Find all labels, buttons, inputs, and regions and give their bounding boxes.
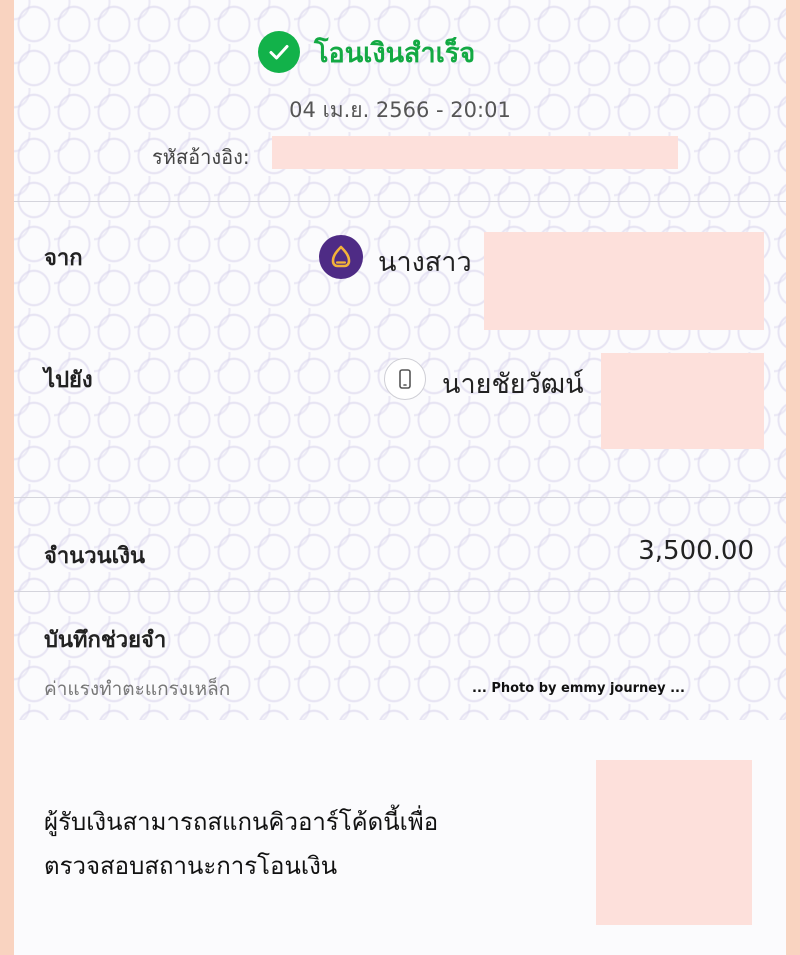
- from-label: จาก: [44, 246, 83, 271]
- status-header: โอนเงินสำเร็จ: [258, 30, 475, 74]
- bank-logo-icon: [319, 235, 363, 279]
- divider: [14, 497, 786, 498]
- recipient-redacted: [601, 353, 764, 449]
- reference-redacted: [272, 136, 678, 169]
- recipient-name: นายชัยวัฒน์: [442, 369, 584, 400]
- mobile-phone-icon: [384, 358, 426, 400]
- qr-instruction-line2: ตรวจสอบสถานะการโอนเงิน: [44, 852, 338, 880]
- check-circle-icon: [258, 31, 300, 73]
- photo-watermark: ... Photo by emmy journey ...: [472, 681, 685, 696]
- amount-value: 3,500.00: [638, 536, 754, 566]
- transfer-slip: โอนเงินสำเร็จ 04 เม.ย. 2566 - 20:01 รหัส…: [14, 0, 786, 955]
- qr-instruction: ผู้รับเงินสามารถสแกนคิวอาร์โค้ดนี้เพื่อ …: [44, 800, 564, 888]
- status-title: โอนเงินสำเร็จ: [314, 37, 476, 69]
- to-label: ไปยัง: [44, 368, 93, 393]
- reference-label: รหัสอ้างอิง:: [152, 145, 250, 169]
- sender-name: นางสาว: [378, 247, 472, 278]
- memo-label: บันทึกช่วยจำ: [44, 628, 167, 653]
- memo-text: ค่าแรงทำตะแกรงเหล็ก: [44, 678, 231, 700]
- divider: [14, 201, 786, 202]
- divider: [14, 591, 786, 592]
- amount-label: จำนวนเงิน: [44, 544, 145, 569]
- sender-redacted: [484, 232, 764, 330]
- qr-code-redacted: [596, 760, 752, 925]
- transfer-datetime: 04 เม.ย. 2566 - 20:01: [289, 98, 511, 122]
- qr-instruction-line1: ผู้รับเงินสามารถสแกนคิวอาร์โค้ดนี้เพื่อ: [44, 808, 439, 836]
